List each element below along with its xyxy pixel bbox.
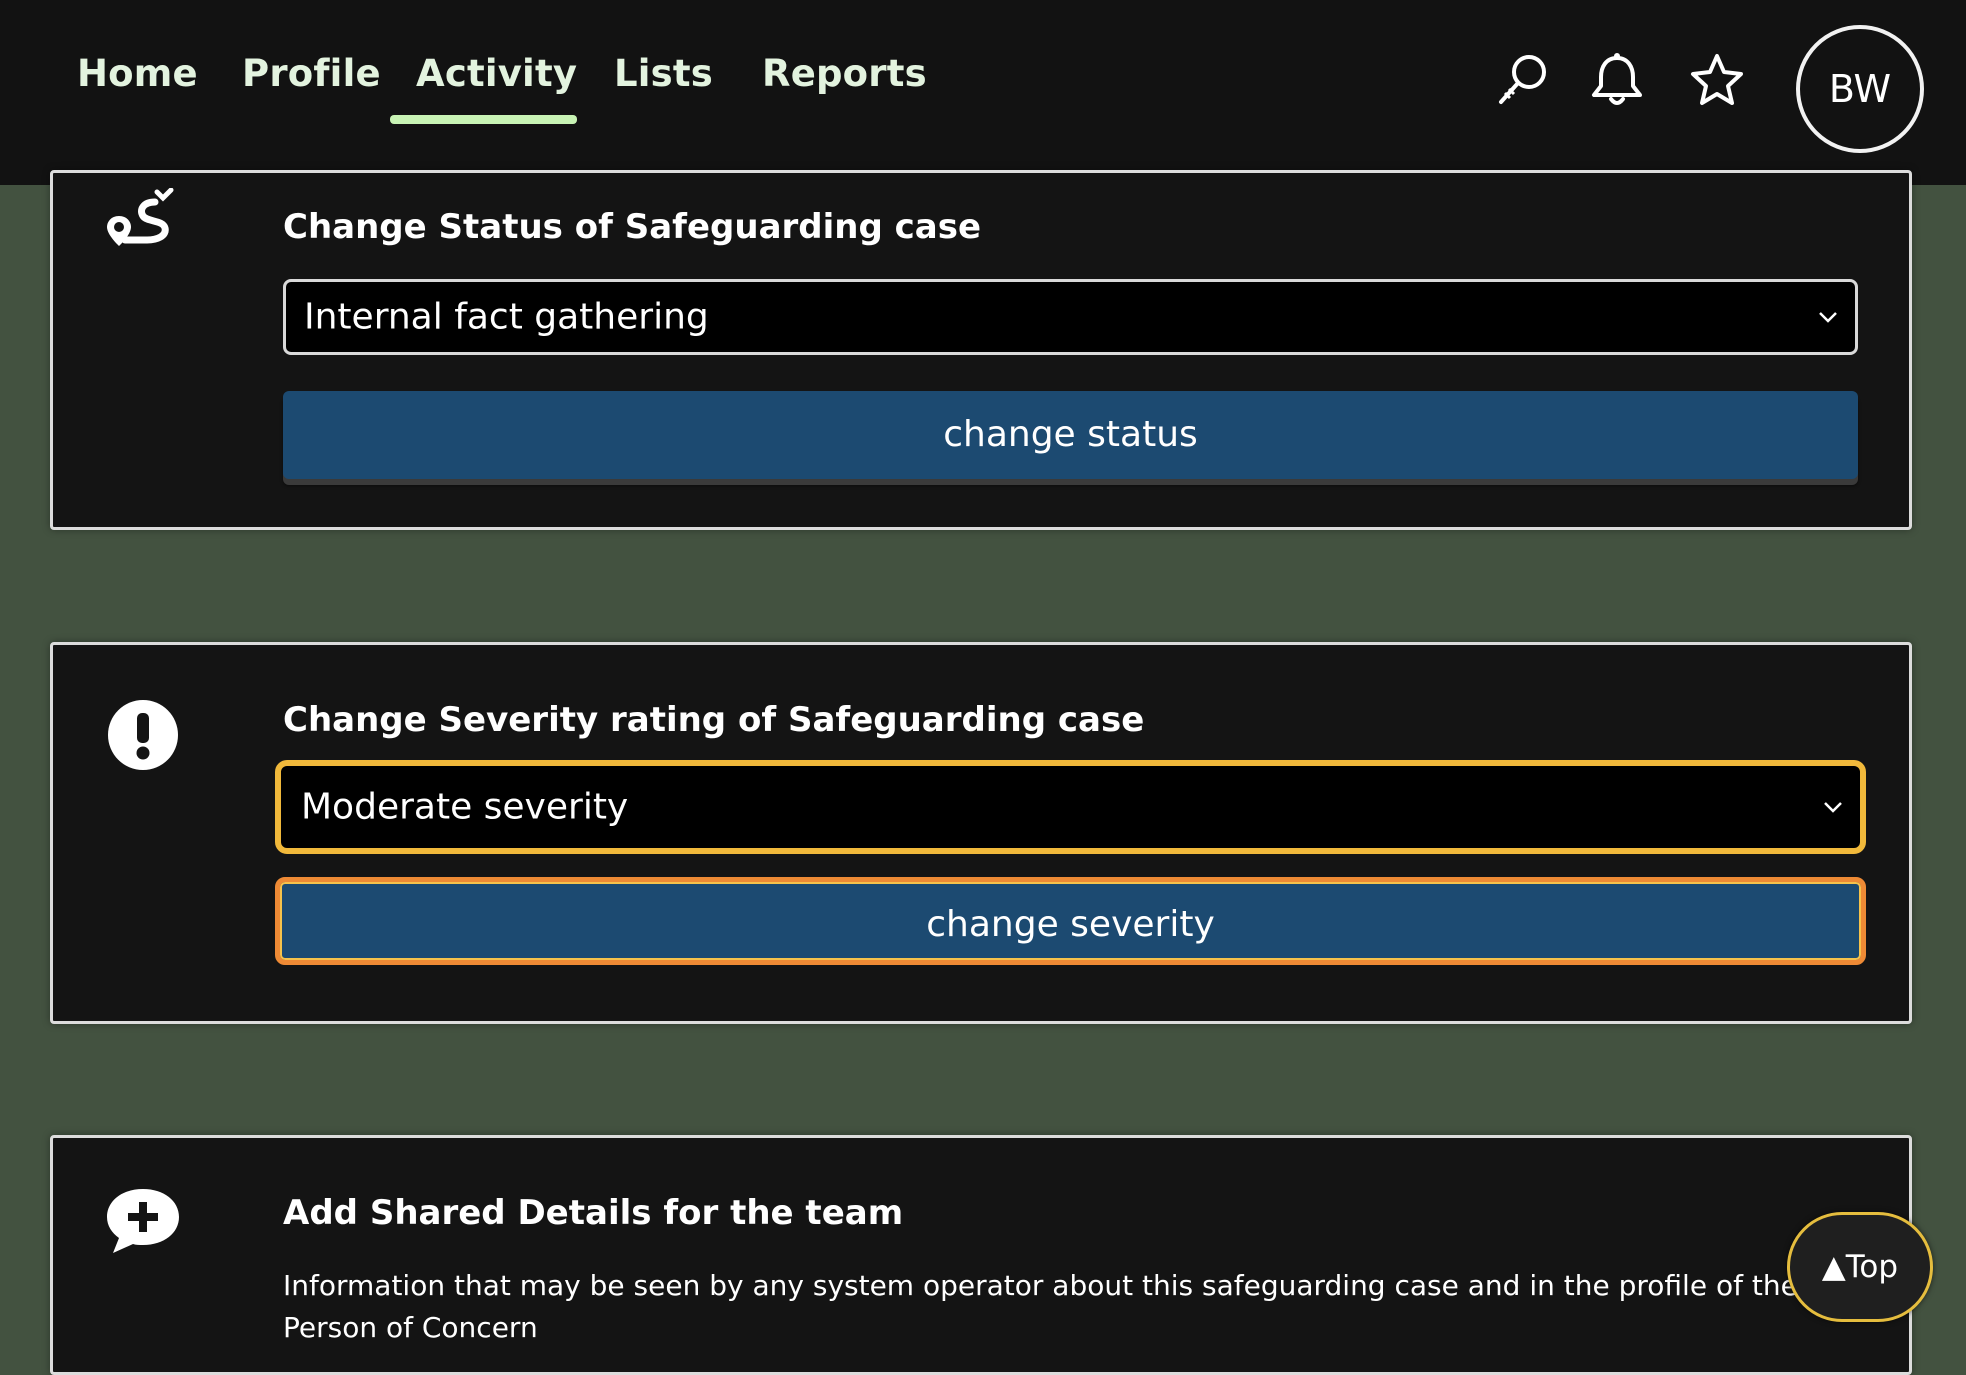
nav-home[interactable]: Home (77, 52, 198, 95)
status-select-value: Internal fact gathering (304, 296, 709, 338)
change-severity-label: change severity (926, 904, 1215, 945)
route-icon (103, 187, 183, 268)
change-status-button[interactable]: change status (283, 391, 1858, 479)
nav-lists[interactable]: Lists (614, 52, 713, 95)
avatar[interactable]: BW (1796, 25, 1924, 153)
chevron-down-icon (1824, 802, 1842, 813)
back-to-top-button[interactable]: ▲Top (1787, 1212, 1933, 1322)
shared-details-title: Add Shared Details for the team (283, 1193, 904, 1233)
active-tab-indicator (390, 115, 577, 124)
add-comment-icon (103, 1183, 183, 1263)
status-card: Change Status of Safeguarding case Inter… (50, 170, 1912, 530)
severity-select-value: Moderate severity (301, 786, 629, 828)
change-status-label: change status (943, 414, 1198, 455)
status-card-title: Change Status of Safeguarding case (283, 207, 982, 247)
exclamation-icon (103, 695, 183, 775)
top-navigation: Home Profile Activity Lists Reports BW (0, 0, 1966, 185)
severity-select[interactable]: Moderate severity (275, 760, 1866, 854)
shared-details-card: Add Shared Details for the team Informat… (50, 1135, 1912, 1375)
star-icon[interactable] (1686, 50, 1748, 112)
severity-card: Change Severity rating of Safeguarding c… (50, 642, 1912, 1024)
status-select[interactable]: Internal fact gathering (283, 279, 1858, 355)
search-icon[interactable] (1491, 50, 1553, 112)
nav-activity[interactable]: Activity (416, 52, 577, 95)
chevron-down-icon (1819, 312, 1837, 323)
nav-profile[interactable]: Profile (242, 52, 381, 95)
shared-details-description: Information that may be seen by any syst… (283, 1269, 1798, 1344)
change-severity-button[interactable]: change severity (275, 877, 1866, 965)
bell-icon[interactable] (1586, 50, 1648, 112)
severity-card-title: Change Severity rating of Safeguarding c… (283, 700, 1145, 740)
nav-reports[interactable]: Reports (762, 52, 927, 95)
